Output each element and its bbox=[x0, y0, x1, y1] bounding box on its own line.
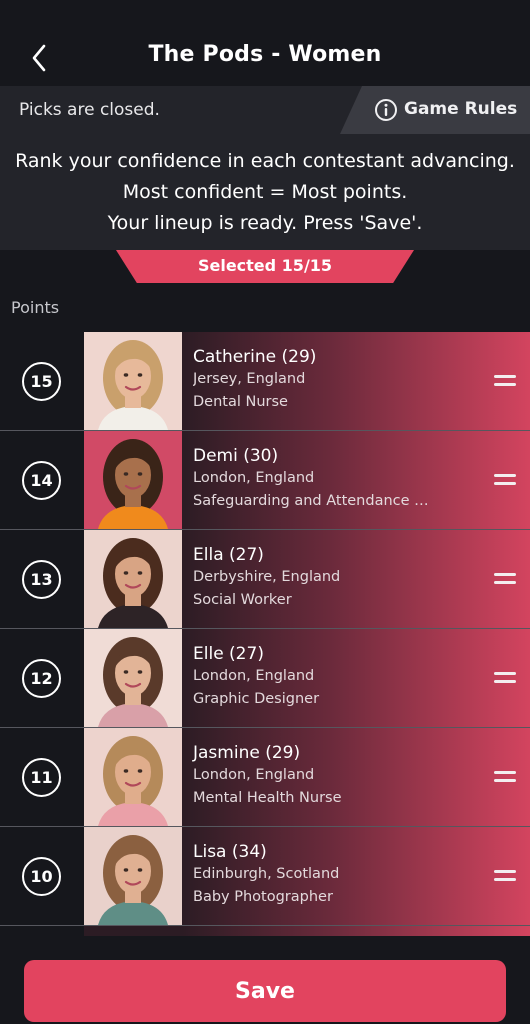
contestant-row[interactable]: 10 Lisa (34) Edinburgh, Scotland Baby Ph… bbox=[0, 827, 530, 926]
contestant-name: Catherine (29) bbox=[193, 347, 317, 367]
points-badge: 15 bbox=[22, 362, 61, 401]
game-rules-button[interactable]: Game Rules bbox=[340, 86, 530, 134]
contestant-info: Elle (27) London, England Graphic Design… bbox=[193, 643, 493, 711]
contestant-location: London, England bbox=[193, 470, 315, 486]
points-badge: 10 bbox=[22, 857, 61, 896]
contestant-photo bbox=[84, 827, 182, 925]
contestant-photo-image bbox=[84, 629, 182, 727]
contestant-card[interactable]: Ella (27) Derbyshire, England Social Wor… bbox=[84, 530, 530, 628]
contestant-occupation: Safeguarding and Attendance Officer bbox=[193, 493, 438, 509]
contestant-row[interactable]: 11 Jasmine (29) London, England Mental H… bbox=[0, 728, 530, 827]
info-icon bbox=[375, 99, 397, 121]
contestant-photo bbox=[84, 431, 182, 529]
contestant-photo bbox=[84, 530, 182, 628]
instructions-panel: Rank your confidence in each contestant … bbox=[0, 134, 530, 250]
contestant-photo-image bbox=[84, 530, 182, 628]
contestant-card[interactable]: Catherine (29) Jersey, England Dental Nu… bbox=[84, 332, 530, 430]
points-column-label: Points bbox=[11, 298, 60, 317]
drag-handle-icon[interactable] bbox=[494, 375, 516, 387]
contestant-card[interactable]: Jasmine (29) London, England Mental Heal… bbox=[84, 728, 530, 826]
contestant-name: Lisa (34) bbox=[193, 842, 267, 862]
contestant-name: Elle (27) bbox=[193, 644, 264, 664]
contestant-info: Demi (30) London, England Safeguarding a… bbox=[193, 445, 493, 513]
contestant-location: Derbyshire, England bbox=[193, 569, 341, 585]
contestant-card-partial bbox=[84, 926, 530, 936]
contestant-card[interactable]: Lisa (34) Edinburgh, Scotland Baby Photo… bbox=[84, 827, 530, 925]
contestant-occupation: Graphic Designer bbox=[193, 691, 320, 707]
contestant-location: Jersey, England bbox=[193, 371, 306, 387]
instruction-line: Most confident = Most points. bbox=[122, 181, 408, 203]
contestant-row[interactable]: 12 Elle (27) London, England Graphic Des… bbox=[0, 629, 530, 728]
contestant-photo-image bbox=[84, 431, 182, 529]
contestant-photo bbox=[84, 728, 182, 826]
header: The Pods - Women bbox=[0, 0, 530, 86]
contestant-card[interactable]: Demi (30) London, England Safeguarding a… bbox=[84, 431, 530, 529]
contestant-list: 15 Catherine (29) Jersey, England Dental… bbox=[0, 332, 530, 936]
contestant-occupation: Dental Nurse bbox=[193, 394, 288, 410]
contestant-name: Ella (27) bbox=[193, 545, 264, 565]
status-bar: Picks are closed. Game Rules bbox=[0, 86, 530, 134]
points-badge: 13 bbox=[22, 560, 61, 599]
contestant-photo-image bbox=[84, 728, 182, 826]
game-rules-label: Game Rules bbox=[404, 99, 518, 119]
contestant-row[interactable]: 13 Ella (27) Derbyshire, England Social … bbox=[0, 530, 530, 629]
drag-handle-icon[interactable] bbox=[494, 474, 516, 486]
contestant-location: London, England bbox=[193, 767, 315, 783]
selected-count-badge: Selected 15/15 bbox=[116, 250, 414, 283]
contestant-row-partial bbox=[0, 926, 530, 936]
picks-status-text: Picks are closed. bbox=[19, 100, 160, 120]
contestant-photo-image bbox=[84, 332, 182, 430]
contestant-photo bbox=[84, 629, 182, 727]
contestant-location: Edinburgh, Scotland bbox=[193, 866, 340, 882]
drag-handle-icon[interactable] bbox=[494, 771, 516, 783]
contestant-location: London, England bbox=[193, 668, 315, 684]
contestant-name: Demi (30) bbox=[193, 446, 279, 466]
instruction-line: Rank your confidence in each contestant … bbox=[15, 150, 515, 172]
bottom-bar: Save bbox=[0, 940, 530, 1024]
selected-count-label: Selected 15/15 bbox=[197, 256, 333, 275]
points-badge: 12 bbox=[22, 659, 61, 698]
contestant-row[interactable]: 15 Catherine (29) Jersey, England Dental… bbox=[0, 332, 530, 431]
contestant-card[interactable]: Elle (27) London, England Graphic Design… bbox=[84, 629, 530, 727]
contestant-info: Catherine (29) Jersey, England Dental Nu… bbox=[193, 346, 493, 414]
contestant-info: Lisa (34) Edinburgh, Scotland Baby Photo… bbox=[193, 841, 493, 909]
save-button[interactable]: Save bbox=[24, 960, 506, 1022]
points-badge: 14 bbox=[22, 461, 61, 500]
page-title: The Pods - Women bbox=[148, 42, 382, 67]
points-badge: 11 bbox=[22, 758, 61, 797]
contestant-info: Jasmine (29) London, England Mental Heal… bbox=[193, 742, 493, 810]
drag-handle-icon[interactable] bbox=[494, 672, 516, 684]
contestant-info: Ella (27) Derbyshire, England Social Wor… bbox=[193, 544, 493, 612]
contestant-name: Jasmine (29) bbox=[193, 743, 301, 763]
contestant-occupation: Social Worker bbox=[193, 592, 292, 608]
contestant-photo-image bbox=[84, 827, 182, 925]
contestant-photo bbox=[84, 332, 182, 430]
contestant-row[interactable]: 14 Demi (30) London, England Safeguardin… bbox=[0, 431, 530, 530]
instruction-line: Your lineup is ready. Press 'Save'. bbox=[107, 212, 423, 234]
contestant-occupation: Baby Photographer bbox=[193, 889, 333, 905]
drag-handle-icon[interactable] bbox=[494, 870, 516, 882]
drag-handle-icon[interactable] bbox=[494, 573, 516, 585]
contestant-occupation: Mental Health Nurse bbox=[193, 790, 342, 806]
